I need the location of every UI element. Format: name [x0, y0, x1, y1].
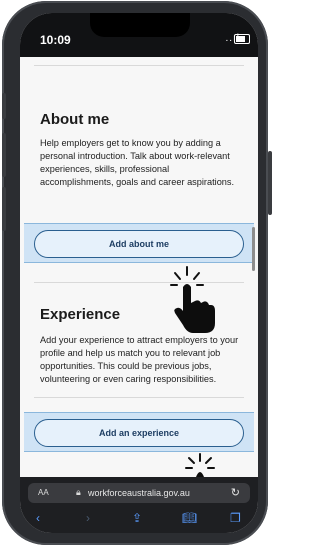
tap-indicator-icon [185, 453, 215, 477]
browser-bottom-bar: AA 🔒︎ workforceaustralia.gov.au ↻ ‹ › ⇪ … [20, 477, 258, 533]
experience-description: Add your experience to attract employers… [40, 335, 239, 384]
volume-down-button [2, 187, 6, 231]
text-size-button[interactable]: AA [38, 488, 49, 497]
experience-title: Experience [40, 306, 121, 323]
url-text[interactable]: workforceaustralia.gov.au [88, 488, 190, 498]
section-divider [34, 397, 244, 398]
phone-screen: 10:09 ..ıl About me Help employers get t… [20, 13, 258, 533]
mute-switch [2, 93, 6, 119]
forward-icon[interactable]: › [86, 511, 90, 525]
lock-icon: 🔒︎ [76, 487, 81, 497]
battery-icon [234, 34, 250, 44]
notch [90, 13, 190, 37]
add-experience-button[interactable]: Add an experience [34, 419, 244, 447]
add-about-me-button[interactable]: Add about me [34, 230, 244, 258]
phone-frame: 10:09 ..ıl About me Help employers get t… [2, 1, 272, 545]
status-time: 10:09 [40, 33, 71, 47]
volume-up-button [2, 133, 6, 177]
about-button-bar: Add about me [24, 223, 254, 263]
bookmarks-icon[interactable]: 📖︎ [182, 511, 197, 525]
tap-hand-icon [170, 266, 215, 333]
back-icon[interactable]: ‹ [36, 511, 40, 525]
about-description: Help employers get to know you by adding… [40, 138, 235, 187]
about-title: About me [40, 111, 110, 128]
scrollbar[interactable] [252, 227, 255, 271]
section-divider [34, 65, 244, 66]
browser-toolbar: ‹ › ⇪ 📖︎ ❐ [20, 509, 258, 529]
power-button [268, 151, 272, 215]
reload-icon[interactable]: ↻ [231, 486, 240, 499]
share-icon[interactable]: ⇪ [132, 511, 142, 525]
experience-button-bar: Add an experience [24, 412, 254, 452]
status-bar: 10:09 ..ıl [20, 13, 258, 57]
tabs-icon[interactable]: ❐ [230, 511, 241, 525]
address-bar[interactable]: AA 🔒︎ workforceaustralia.gov.au ↻ [28, 483, 250, 503]
